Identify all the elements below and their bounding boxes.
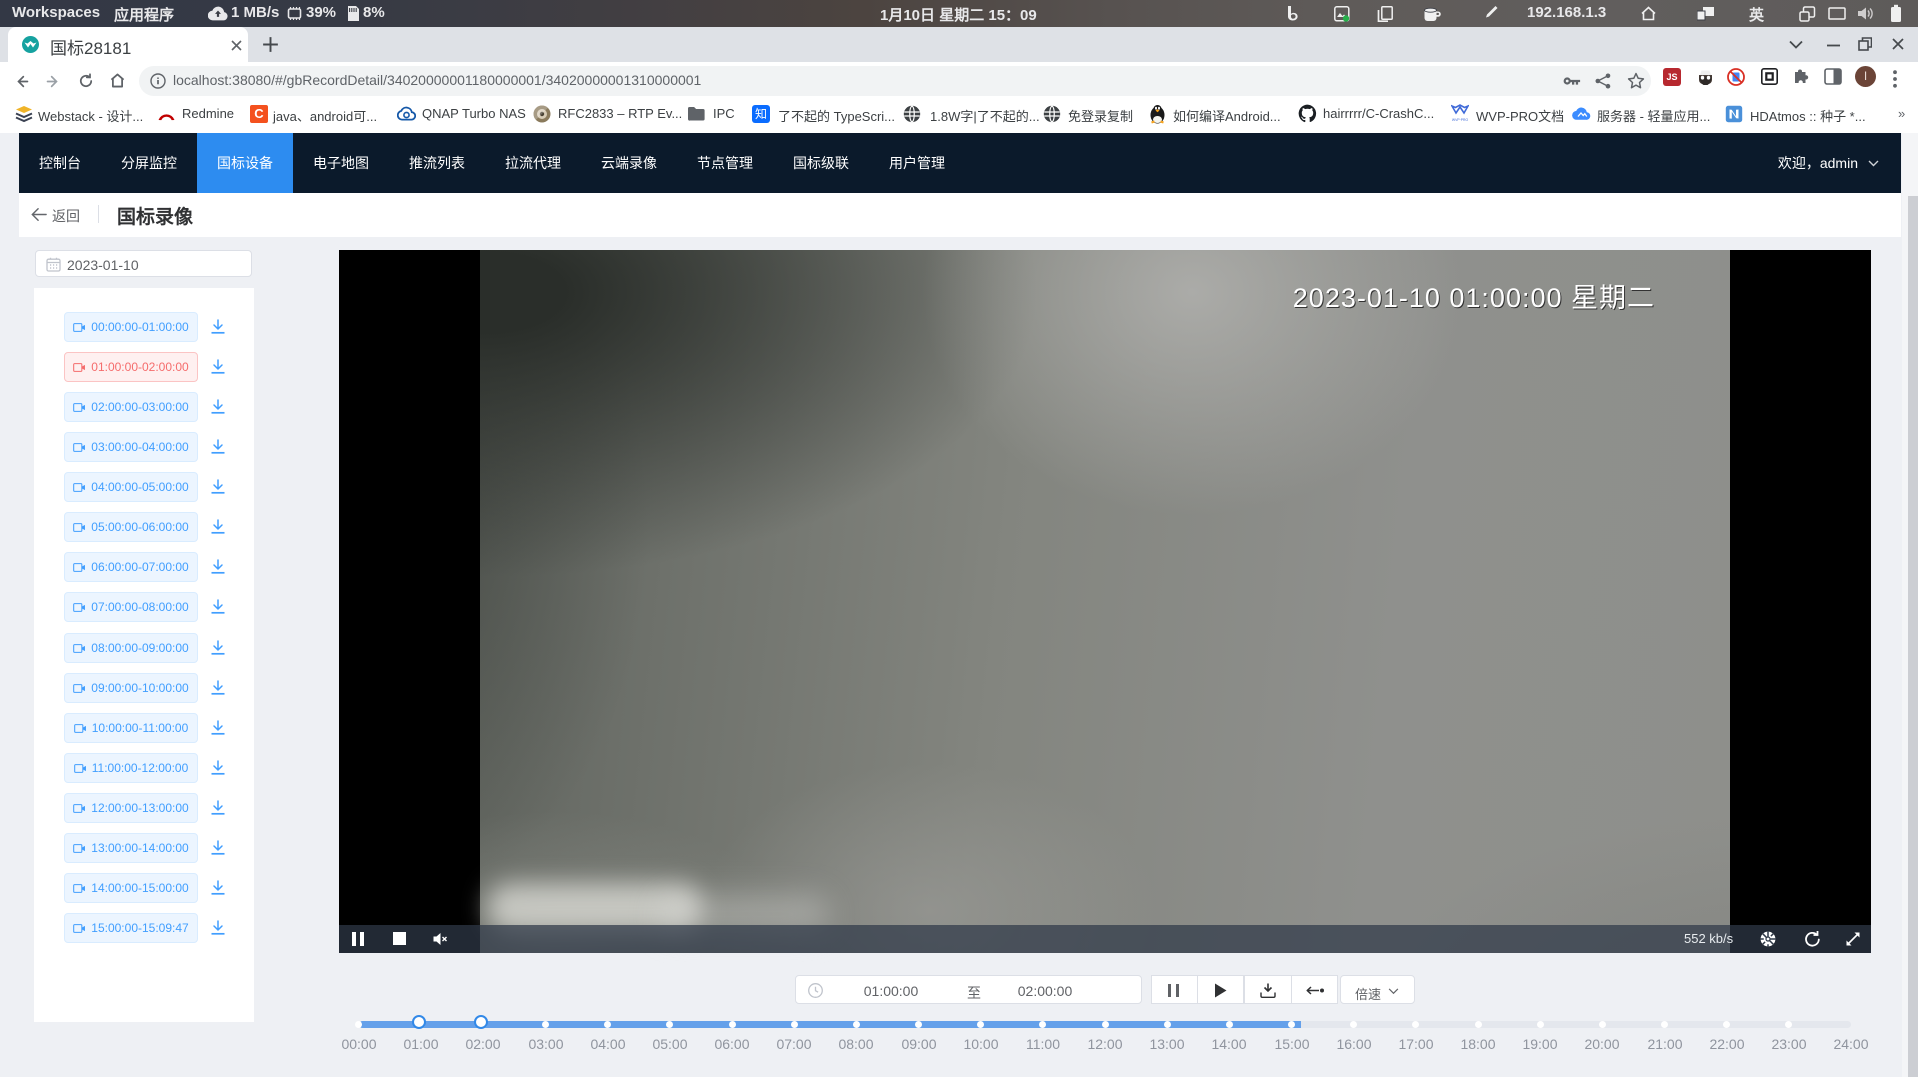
svg-text:WVP·PRO: WVP·PRO [1452,118,1469,122]
